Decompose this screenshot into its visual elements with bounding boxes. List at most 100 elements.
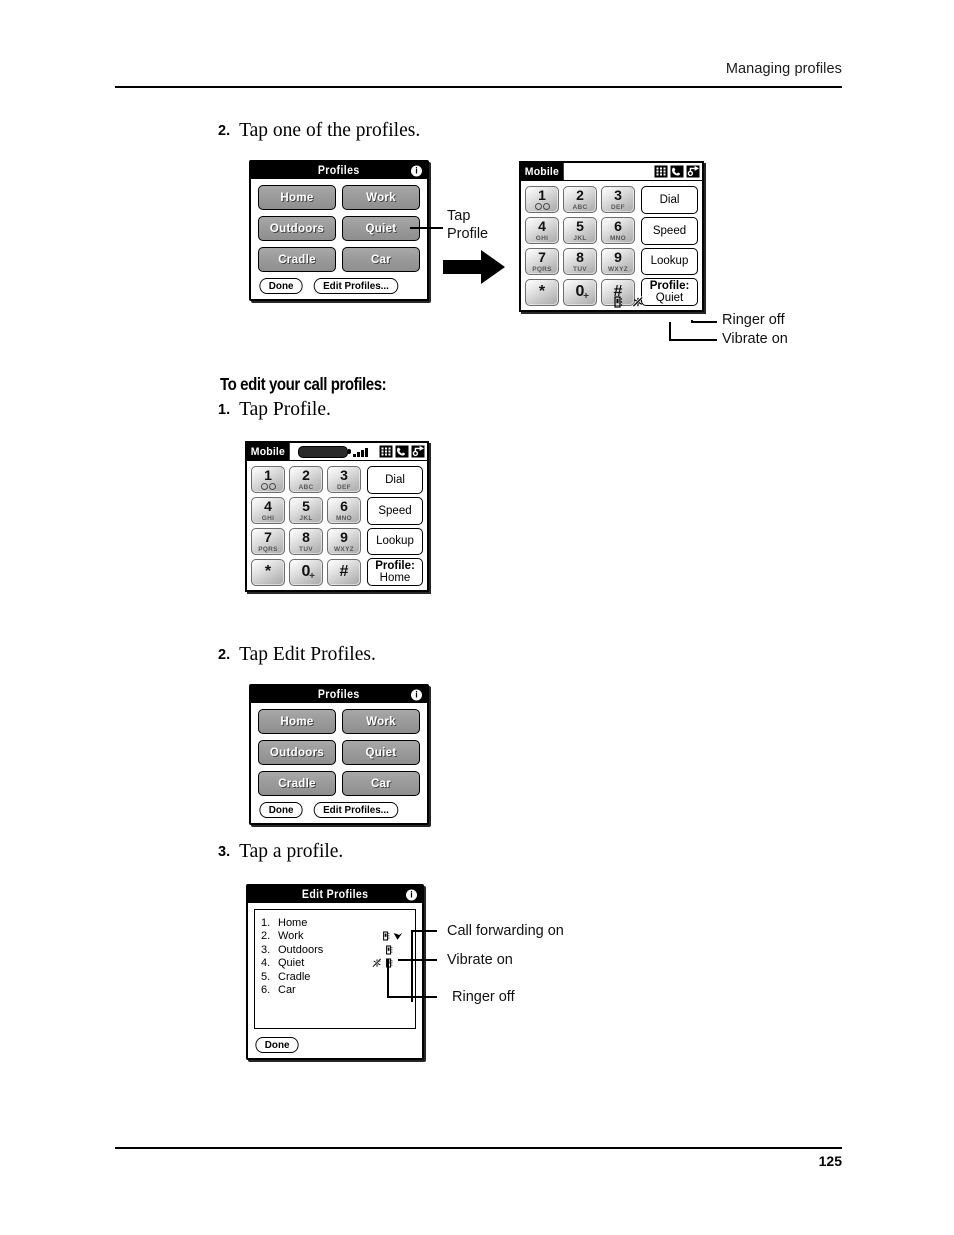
key-8[interactable]: 8 TUV <box>563 248 597 275</box>
key-5[interactable]: 5 JKL <box>289 497 323 524</box>
callout-ringer-off-2: Ringer off <box>452 989 515 1005</box>
done-button[interactable]: Done <box>259 278 303 294</box>
profile-button-cradle[interactable]: Cradle <box>258 771 336 796</box>
edit-profiles-dialog[interactable]: Edit Profiles i 1. Home 2. Work 3. Outdo… <box>246 884 424 1060</box>
voicemail-icon <box>526 203 558 210</box>
profiles-dialog-top[interactable]: Profiles i Home Work Outdoors Quiet Crad… <box>249 160 429 301</box>
dial-arrow-icon[interactable] <box>411 445 425 458</box>
list-item-index: 3. <box>261 943 271 956</box>
edit-profiles-button[interactable]: Edit Profiles... <box>313 278 399 294</box>
profile-button[interactable]: Profile: Home <box>367 558 423 586</box>
phone-body: 1 2 ABC 3 DEF 4 GHI 5 JKL 6 MNO 7 PQRS 8 TUV 9W… <box>247 461 427 590</box>
dialog-title: Profiles <box>318 164 360 177</box>
callout-call-forwarding-on: Call forwarding on <box>447 923 564 939</box>
done-button[interactable]: Done <box>259 802 303 818</box>
profiles-footer: Done Edit Profiles... <box>258 278 420 294</box>
key-2[interactable]: 2 ABC <box>289 466 323 493</box>
key-4[interactable]: 4 GHI <box>251 497 285 524</box>
phone-screen-quiet[interactable]: Mobile 1 2 ABC 3 DEF 4 GHI 5 JKL 6 MNO 7… <box>519 161 704 312</box>
profile-button-home[interactable]: Home <box>258 185 336 210</box>
edit-profiles-footer: Done <box>254 1035 416 1053</box>
profile-button-work[interactable]: Work <box>342 709 420 734</box>
key-1[interactable]: 1 <box>251 466 285 493</box>
edit-profiles-button[interactable]: Edit Profiles... <box>313 802 399 818</box>
profiles-body: Home Work Outdoors Quiet Cradle Car Done… <box>251 179 427 299</box>
info-icon[interactable]: i <box>411 165 422 176</box>
lookup-button[interactable]: Lookup <box>367 527 423 556</box>
phone-status-icons <box>613 296 644 308</box>
step-number: 1. <box>218 402 231 418</box>
key-1[interactable]: 1 <box>525 186 559 213</box>
key-8[interactable]: 8 TUV <box>289 528 323 555</box>
callout-vibrate-on: Vibrate on <box>722 331 788 347</box>
key-star[interactable]: * <box>525 279 559 306</box>
leader-line-ringer-off-2 <box>387 996 437 998</box>
key-star[interactable]: * <box>251 559 285 586</box>
dial-arrow-icon[interactable] <box>686 165 700 178</box>
done-button[interactable]: Done <box>255 1037 299 1053</box>
network-label: Mobile <box>521 163 564 180</box>
info-icon[interactable]: i <box>411 689 422 700</box>
ringer-off-icon <box>372 958 382 969</box>
key-2[interactable]: 2 ABC <box>563 186 597 213</box>
leader-line-tap-profile <box>410 227 443 229</box>
key-3[interactable]: 3 DEF <box>327 466 361 493</box>
profile-button-car[interactable]: Car <box>342 771 420 796</box>
dial-button[interactable]: Dial <box>367 466 423 494</box>
phone-grid: 1 2 ABC 3 DEF 4 GHI 5 JKL 6 MNO 7 PQRS 8 TUV 9W… <box>525 186 698 306</box>
info-icon[interactable]: i <box>406 889 417 900</box>
key-9[interactable]: 9 WXYZ <box>601 248 635 275</box>
profile-button-outdoors[interactable]: Outdoors <box>258 740 336 765</box>
profile-button[interactable]: Profile: Quiet <box>641 278 698 306</box>
app-grid-icon[interactable] <box>654 165 668 178</box>
step-text: Tap one of the profiles. <box>239 120 421 141</box>
key-0[interactable]: 0 + <box>563 279 597 306</box>
titlebar-status-area <box>292 443 379 460</box>
speed-button[interactable]: Speed <box>641 216 698 245</box>
speed-button[interactable]: Speed <box>367 496 423 525</box>
profile-button-outdoors[interactable]: Outdoors <box>258 216 336 241</box>
profile-button-work[interactable]: Work <box>342 185 420 210</box>
key-7[interactable]: 7 PQRS <box>251 528 285 555</box>
dial-button[interactable]: Dial <box>641 186 698 214</box>
profile-button-quiet[interactable]: Quiet <box>342 216 420 241</box>
key-0[interactable]: 0 + <box>289 559 323 586</box>
profile-button-home[interactable]: Home <box>258 709 336 734</box>
phone-handset-icon[interactable] <box>395 445 409 458</box>
step-number: 2. <box>218 123 231 139</box>
phone-screen-home[interactable]: Mobile 1 2 ABC 3 DEF 4 GHI 5 JKL 6 MNO 7… <box>245 441 429 592</box>
lookup-button[interactable]: Lookup <box>641 247 698 276</box>
callout-tap-profile: Tap Profile <box>447 207 488 243</box>
profiles-footer: Done Edit Profiles... <box>258 802 420 818</box>
key-6[interactable]: 6 MNO <box>327 497 361 524</box>
profiles-row: Home Work <box>258 185 420 210</box>
vibrate-icon <box>386 945 393 955</box>
list-item-icons <box>382 930 403 944</box>
header-rule <box>115 86 842 88</box>
profile-button-quiet[interactable]: Quiet <box>342 740 420 765</box>
key-hash[interactable]: # <box>327 559 361 586</box>
key-4[interactable]: 4 GHI <box>525 217 559 244</box>
voicemail-icon <box>252 483 284 490</box>
profile-button-cradle[interactable]: Cradle <box>258 247 336 272</box>
key-6[interactable]: 6 MNO <box>601 217 635 244</box>
key-7[interactable]: 7 PQRS <box>525 248 559 275</box>
profiles-listbox[interactable]: 1. Home 2. Work 3. Outdoors 4. Quiet 5. … <box>254 909 416 1029</box>
phone-handset-icon[interactable] <box>670 165 684 178</box>
key-9[interactable]: 9 WXYZ <box>327 528 361 555</box>
app-grid-icon[interactable] <box>379 445 393 458</box>
phone-side-buttons: Dial Speed Lookup Profile: Home <box>367 466 423 586</box>
list-item[interactable]: 2. Work <box>261 930 409 944</box>
profile-button-car[interactable]: Car <box>342 247 420 272</box>
leader-line-vibrate-on-2 <box>398 959 437 961</box>
list-item[interactable]: 3. Outdoors <box>261 943 409 957</box>
step-number: 3. <box>218 844 231 860</box>
leader-line-vibrate-on <box>669 339 717 341</box>
key-3[interactable]: 3 DEF <box>601 186 635 213</box>
key-5[interactable]: 5 JKL <box>563 217 597 244</box>
list-item[interactable]: 1. Home <box>261 916 409 930</box>
ringer-off-icon <box>632 296 644 308</box>
profiles-dialog-mid[interactable]: Profiles i Home Work Outdoors Quiet Crad… <box>249 684 429 825</box>
step-2: 2. Tap Edit Profiles. <box>218 644 376 666</box>
running-head: Managing profiles <box>115 60 842 78</box>
